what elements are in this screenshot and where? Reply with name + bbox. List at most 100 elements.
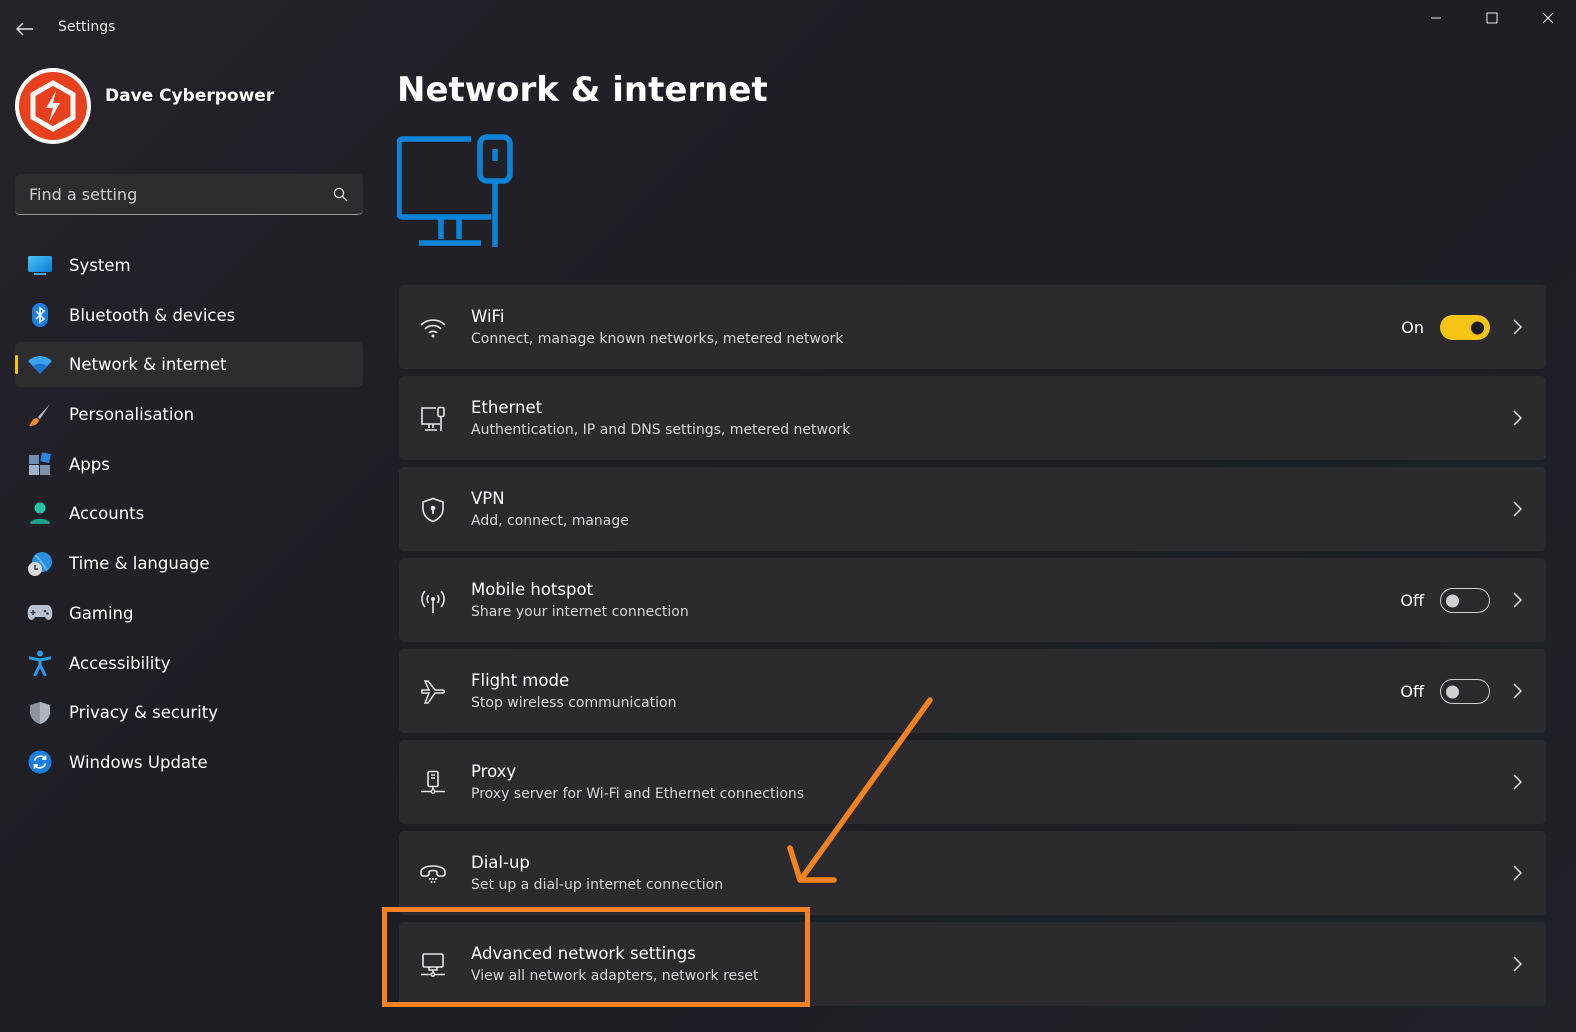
chevron-right-icon — [1510, 500, 1524, 518]
dialup-icon — [419, 860, 447, 888]
sidebar-nav: System Bluetooth & devices Network & int… — [15, 243, 363, 790]
row-subtitle: Proxy server for Wi-Fi and Ethernet conn… — [471, 786, 805, 802]
sidebar-item-label: Gaming — [69, 603, 134, 623]
toggle-knob — [1446, 594, 1459, 607]
annotation-highlight-box — [382, 907, 810, 1007]
system-icon — [27, 253, 53, 279]
sidebar-item-personalisation[interactable]: Personalisation — [15, 392, 363, 437]
sidebar-item-bluetooth[interactable]: Bluetooth & devices — [15, 293, 363, 338]
accessibility-icon — [27, 650, 53, 676]
hotspot-toggle-state: Off — [1400, 591, 1424, 610]
sidebar-item-gaming[interactable]: Gaming — [15, 591, 363, 636]
sidebar-item-network[interactable]: Network & internet — [15, 342, 363, 388]
update-icon — [27, 749, 53, 775]
sidebar-item-label: Apps — [69, 454, 110, 474]
wifi-toggle[interactable] — [1440, 315, 1490, 340]
back-button[interactable] — [12, 16, 38, 42]
chevron-right-icon — [1510, 955, 1524, 973]
toggle-knob — [1446, 685, 1459, 698]
wifi-toggle-state: On — [1401, 318, 1424, 337]
flight-mode-toggle[interactable] — [1440, 679, 1490, 704]
search-input[interactable] — [29, 184, 331, 204]
app-title: Settings — [58, 19, 116, 35]
back-arrow-icon — [16, 22, 33, 36]
search-icon[interactable] — [331, 185, 349, 203]
sidebar-item-label: Accessibility — [69, 653, 171, 673]
page-title: Network & internet — [397, 70, 768, 110]
row-subtitle: Set up a dial-up internet connection — [471, 877, 724, 893]
sidebar-item-apps[interactable]: Apps — [15, 442, 363, 487]
close-icon — [1542, 12, 1554, 24]
sidebar-item-time-language[interactable]: Time & language — [15, 541, 363, 586]
row-subtitle: Add, connect, manage — [471, 513, 629, 529]
settings-list: WiFi Connect, manage known networks, met… — [399, 285, 1546, 1013]
settings-window: Settings Dave Cyberpower Find a setting … — [0, 0, 1576, 1032]
sidebar-item-accounts[interactable]: Accounts — [15, 491, 363, 536]
wifi-icon — [419, 314, 447, 342]
title-bar: Settings — [0, 0, 1576, 56]
setting-row-mobile-hotspot[interactable]: Mobile hotspot Share your internet conne… — [399, 558, 1546, 642]
account-icon — [27, 501, 53, 527]
row-title: Ethernet — [471, 398, 543, 417]
row-title: Dial-up — [471, 853, 530, 872]
proxy-icon — [419, 769, 447, 797]
hotspot-toggle[interactable] — [1440, 588, 1490, 613]
sidebar-item-label: Bluetooth & devices — [69, 305, 236, 325]
search-box[interactable] — [15, 174, 363, 215]
chevron-right-icon — [1510, 591, 1524, 609]
row-title: VPN — [471, 489, 505, 508]
row-title: Mobile hotspot — [471, 580, 594, 599]
network-hero-icon — [396, 133, 517, 253]
sidebar-item-privacy-security[interactable]: Privacy & security — [15, 690, 363, 735]
setting-row-wifi[interactable]: WiFi Connect, manage known networks, met… — [399, 285, 1546, 369]
chevron-right-icon — [1510, 409, 1524, 427]
row-subtitle: Share your internet connection — [471, 604, 689, 620]
toggle-knob — [1471, 321, 1484, 334]
shield-icon — [27, 700, 53, 726]
row-title: Flight mode — [471, 671, 570, 690]
chevron-right-icon — [1510, 864, 1524, 882]
hotspot-icon — [419, 587, 447, 615]
setting-row-dial-up[interactable]: Dial-up Set up a dial-up internet connec… — [399, 831, 1546, 915]
airplane-icon — [419, 678, 447, 706]
sidebar-item-windows-update[interactable]: Windows Update — [15, 740, 363, 785]
sidebar-item-label: Personalisation — [69, 405, 195, 425]
row-subtitle: Authentication, IP and DNS settings, met… — [471, 422, 851, 438]
row-subtitle: Connect, manage known networks, metered … — [471, 331, 844, 347]
minimize-button[interactable] — [1413, 4, 1459, 32]
brush-icon — [27, 402, 53, 428]
profile-logo-icon — [19, 72, 87, 140]
sidebar-item-label: System — [69, 256, 131, 275]
wifi-icon — [27, 352, 53, 378]
setting-row-proxy[interactable]: Proxy Proxy server for Wi-Fi and Etherne… — [399, 740, 1546, 824]
sidebar-item-label: Accounts — [69, 504, 145, 524]
avatar — [15, 68, 91, 144]
annotation-arrow — [787, 697, 933, 883]
setting-row-flight-mode[interactable]: Flight mode Stop wireless communication … — [399, 649, 1546, 733]
close-button[interactable] — [1525, 4, 1571, 32]
globe-clock-icon — [27, 551, 53, 577]
profile-name: Dave Cyberpower — [105, 86, 275, 106]
gamepad-icon — [27, 600, 53, 626]
maximize-button[interactable] — [1469, 4, 1515, 32]
user-profile[interactable]: Dave Cyberpower — [15, 68, 274, 144]
ethernet-icon — [419, 405, 447, 433]
chevron-right-icon — [1510, 773, 1524, 791]
sidebar-item-system[interactable]: System — [15, 243, 363, 288]
row-title: WiFi — [471, 307, 505, 326]
setting-row-ethernet[interactable]: Ethernet Authentication, IP and DNS sett… — [399, 376, 1546, 460]
sidebar-item-label: Windows Update — [69, 752, 208, 772]
sidebar-item-label: Time & language — [69, 554, 210, 574]
apps-icon — [27, 451, 53, 477]
row-title: Proxy — [471, 762, 517, 781]
sidebar-item-label: Network & internet — [69, 355, 227, 375]
flight-mode-toggle-state: Off — [1400, 682, 1424, 701]
row-subtitle: Stop wireless communication — [471, 695, 677, 711]
vpn-shield-icon — [419, 496, 447, 524]
chevron-right-icon — [1510, 318, 1524, 336]
setting-row-vpn[interactable]: VPN Add, connect, manage — [399, 467, 1546, 551]
chevron-right-icon — [1510, 682, 1524, 700]
maximize-icon — [1486, 12, 1498, 24]
sidebar-item-accessibility[interactable]: Accessibility — [15, 641, 363, 686]
bluetooth-icon — [27, 302, 53, 328]
